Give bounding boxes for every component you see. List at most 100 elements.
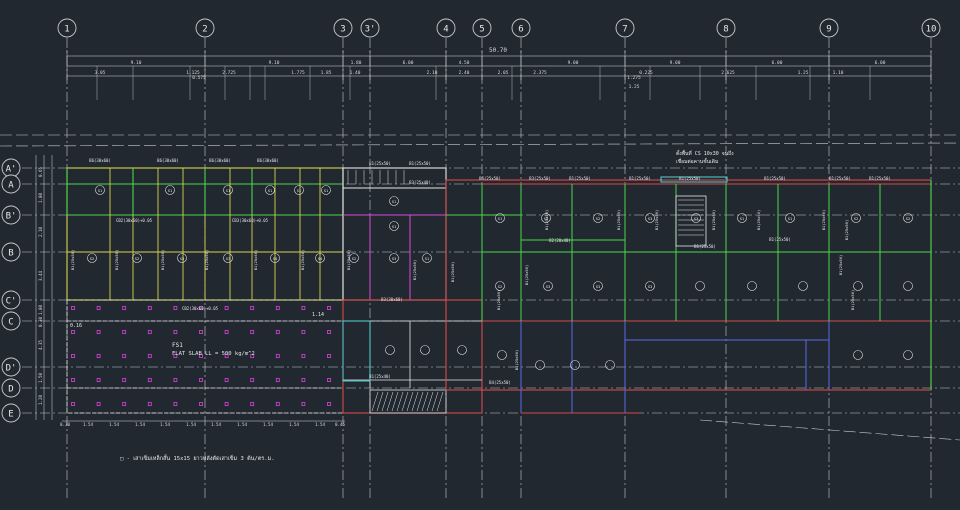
pile-marker bbox=[275, 378, 280, 382]
beam-label-vertical: B1(25x50) bbox=[844, 220, 849, 241]
dimension-lines: 9.10 9.10 1.80 6.00 4.50 9.00 9.00 6.00 6.00 3.05… bbox=[35, 50, 932, 427]
beam-label-vertical: B1(25x50) bbox=[821, 210, 826, 231]
hatch-line bbox=[401, 391, 409, 412]
stair-note-2: เชื่อมต่อคานชั้นเดิม bbox=[676, 156, 718, 165]
slab-tag-label: S3 bbox=[648, 216, 653, 221]
dim-text-top: 2.625 bbox=[721, 70, 735, 76]
beam-label: B1(25x50) bbox=[679, 176, 701, 181]
dim-text-top: 1.85 bbox=[321, 70, 332, 76]
slab-tag bbox=[695, 281, 705, 291]
grid-bubble-col-label: 3' bbox=[365, 25, 376, 35]
slab-tag bbox=[605, 360, 615, 370]
slab-tag-label: S1 bbox=[392, 224, 397, 229]
grid-bubble-col-label: 9 bbox=[826, 25, 831, 35]
slab-tag-label: S1 bbox=[98, 188, 103, 193]
beam-label: B6(30x60) bbox=[209, 158, 231, 163]
beam-label: B1(25x50) bbox=[409, 161, 431, 166]
grid-bubble-col-label: 1 bbox=[64, 25, 69, 35]
dim-text-top: 1.25 bbox=[629, 84, 640, 90]
pile-marker bbox=[327, 330, 331, 334]
pile-marker bbox=[173, 306, 178, 310]
beam-label: CB2(30x60)+0.05 bbox=[182, 306, 219, 311]
beam-label-vertical: B1(25x50) bbox=[654, 210, 659, 231]
grid-bubble-col-label: 6 bbox=[518, 25, 523, 35]
stair-right bbox=[675, 195, 707, 247]
dim-text-bottom: 1.54 bbox=[315, 422, 326, 427]
dim-text-top: 9.00 bbox=[568, 60, 579, 66]
pile-marker bbox=[250, 402, 255, 406]
flat-slab-label: FS1 bbox=[172, 342, 183, 349]
beam-label-vertical: B1(25x50) bbox=[114, 250, 119, 271]
pile-marker bbox=[327, 306, 331, 310]
beam-label-vertical: B1(25x50) bbox=[850, 290, 855, 311]
dim-text-left: 0.30 bbox=[38, 316, 43, 327]
pile-marker bbox=[275, 330, 280, 334]
grid-bubble-col-label: 7 bbox=[622, 25, 627, 35]
hatch-line bbox=[386, 391, 394, 412]
grid-bubble-row-label: A bbox=[8, 181, 14, 191]
beam-frame-lower-mid bbox=[342, 299, 483, 414]
beam-label-vertical: B1(25x50) bbox=[838, 255, 843, 276]
grid-bubble-row-label: E bbox=[8, 410, 13, 420]
dim-text-top: 1.775 bbox=[291, 70, 305, 76]
slab-tag-label: S1 bbox=[740, 216, 745, 221]
pile-marker bbox=[71, 378, 75, 382]
flat-slab-note: FLAT SLAB LL = 500 kg/m^2 bbox=[172, 351, 255, 357]
pile-marker bbox=[122, 330, 127, 334]
pile-marker bbox=[122, 306, 127, 310]
hatch-line bbox=[406, 391, 414, 412]
legend-note: □ - เสาเข็มเหล็กสั้น 15x15 ยาวหลังตัดเสา… bbox=[120, 454, 275, 462]
dim-text-left: 0.65 bbox=[38, 166, 43, 177]
slab-tag-label: S3 bbox=[694, 216, 699, 221]
pile-marker bbox=[301, 354, 306, 358]
beam-label-vertical: B1(25x50) bbox=[412, 260, 417, 281]
slab-tag-label: S2 bbox=[854, 216, 859, 221]
slab-tag-label: S3 bbox=[180, 256, 185, 261]
pile-marker bbox=[147, 354, 152, 358]
beam-label: B1(25x50) bbox=[764, 176, 786, 181]
beam-label: B1(25x50) bbox=[829, 176, 851, 181]
beam-label-vertical: B1(25x50) bbox=[160, 250, 165, 271]
dim-text-left: 1.20 bbox=[38, 394, 43, 405]
dim-text-top: 9.00 bbox=[670, 60, 681, 66]
beam-label: B3(25x50) bbox=[529, 176, 551, 181]
pile-marker bbox=[301, 402, 306, 406]
pile-marker bbox=[122, 354, 127, 358]
beam-label: B1(25x50) bbox=[629, 176, 651, 181]
dim-text-top: 1.25 bbox=[798, 70, 809, 76]
pile-marker bbox=[173, 378, 178, 382]
slab-tag-label: S1 bbox=[168, 188, 173, 193]
pile-marker bbox=[275, 306, 280, 310]
slab-tags: S1 S1 S1 S1 S1 S1 S1 S1 S2 S2 S3 S3 S4 S4 S2 S3 S1 S1 S2 S2… bbox=[87, 185, 913, 370]
hatch-line bbox=[426, 391, 434, 412]
dim-text-top: 2.725 bbox=[222, 70, 236, 76]
beam-label: B4(25x50) bbox=[489, 380, 511, 385]
slab-tag-label: S4 bbox=[273, 256, 278, 261]
hatch-line bbox=[371, 391, 379, 412]
pile-marker bbox=[173, 330, 178, 334]
dim-text-top: 1.80 bbox=[351, 60, 362, 66]
pile-marker bbox=[96, 354, 101, 358]
grid-bubble-col-label: 8 bbox=[723, 25, 728, 35]
hatch-line bbox=[396, 391, 404, 412]
slab-tag-label: S1 bbox=[392, 199, 397, 204]
slab-tag-label: S3 bbox=[648, 284, 653, 289]
dim-text-left: 1.50 bbox=[38, 372, 43, 383]
beam-label: B1(25x50) bbox=[769, 237, 791, 242]
grid-bubble-col-label: 2 bbox=[202, 25, 207, 35]
dim-text-top: 4.50 bbox=[459, 60, 470, 66]
slab-tag bbox=[535, 360, 545, 370]
beam-label: B3(30x60) bbox=[381, 297, 403, 302]
beam-label-vertical: B1(25x50) bbox=[450, 262, 455, 283]
slab-tag-label: S1 bbox=[226, 188, 231, 193]
pile-marker bbox=[250, 378, 255, 382]
pile-marker bbox=[250, 306, 255, 310]
cyan-beam bbox=[342, 320, 371, 382]
dim-text-left: 2.10 bbox=[38, 226, 43, 237]
pile-marker bbox=[327, 402, 331, 406]
dim-text-top: 2.375 bbox=[533, 70, 547, 76]
beam-label: B1(25x50) bbox=[869, 176, 891, 181]
slab-tag bbox=[903, 281, 913, 291]
slab-tag-label: S1 bbox=[788, 216, 793, 221]
dim-0-16: 0.16 bbox=[70, 323, 82, 329]
